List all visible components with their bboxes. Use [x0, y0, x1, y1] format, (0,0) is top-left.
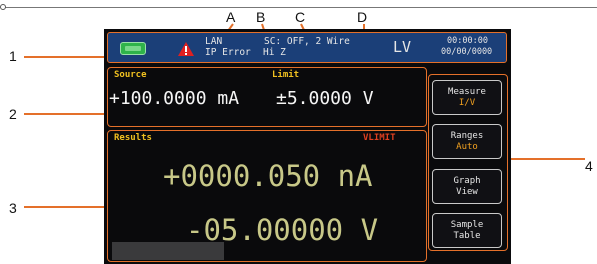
softkey-graph[interactable]: Graph View	[432, 169, 502, 204]
callout-3: 3	[9, 200, 17, 216]
instrument-screen: LAN IP Error Hi Z SC: OFF, 2 Wire LV 00:…	[104, 29, 511, 264]
softkey-graph-value: View	[456, 187, 478, 197]
softkey-sample[interactable]: Sample Table	[432, 213, 502, 248]
softkey-ranges-value: Auto	[456, 142, 478, 152]
softkey-measure-label: Measure	[448, 87, 486, 97]
status-bar: LAN IP Error Hi Z SC: OFF, 2 Wire LV 00:…	[107, 32, 507, 63]
hiz-status: Hi Z	[263, 47, 286, 58]
warning-icon	[178, 42, 194, 56]
results-panel: Results VLIMIT +0000.050 nA -05.00000 V	[107, 130, 427, 262]
limit-label: Limit	[272, 70, 300, 80]
limit-value[interactable]: ±5.0000 V	[276, 88, 374, 109]
source-value[interactable]: +100.0000 mA	[109, 88, 239, 109]
clock-time: 00:00:00	[447, 36, 488, 46]
status-strip	[112, 242, 224, 260]
softkey-sample-label: Sample	[450, 220, 484, 230]
callout-2: 2	[9, 106, 17, 122]
softkey-sample-value: Table	[453, 231, 481, 241]
softkey-measure-value: I/V	[458, 98, 476, 108]
current-reading: +0000.050 nA	[163, 159, 373, 193]
leader-line-2	[24, 113, 110, 115]
lan-status: LAN	[205, 36, 223, 47]
softkey-graph-label: Graph	[453, 176, 481, 186]
results-label: Results	[114, 133, 152, 143]
source-label: Source	[114, 70, 147, 80]
leader-line-4	[511, 158, 585, 160]
mode-indicator: LV	[393, 38, 412, 56]
battery-icon	[120, 42, 146, 55]
softkey-measure[interactable]: Measure I/V	[432, 80, 502, 115]
softkey-ranges[interactable]: Ranges Auto	[432, 124, 502, 159]
sc-status: SC: OFF, 2 Wire	[264, 36, 350, 47]
callout-4: 4	[585, 158, 593, 174]
vlimit-indicator: VLIMIT	[363, 133, 396, 143]
leader-line-3	[24, 206, 106, 208]
ip-error-status: IP Error	[205, 47, 251, 58]
clock-date: 00/00/0000	[441, 47, 493, 57]
source-limit-panel[interactable]: Source Limit +100.0000 mA ±5.0000 V	[107, 67, 427, 127]
softkey-ranges-label: Ranges	[450, 131, 484, 141]
